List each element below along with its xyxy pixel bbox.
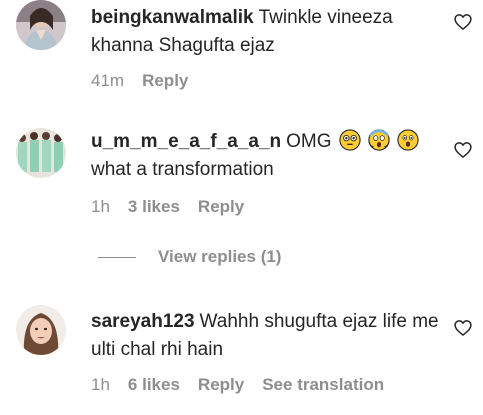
screaming-face-icon xyxy=(368,129,390,151)
comment-text-block: u_m_m_e_a_f_a_a_n OMG what a transformat… xyxy=(91,128,441,184)
likes-count[interactable]: 3 likes xyxy=(128,197,180,217)
comment-text-block: beingkanwalmalik Twinkle vineeza khanna S… xyxy=(91,4,441,60)
comment-time: 1h xyxy=(91,375,110,394)
comment-time: 41m xyxy=(91,71,125,90)
comment-time: 1h xyxy=(91,197,110,216)
comment-text: OMG xyxy=(286,131,332,152)
view-replies-label[interactable]: View replies (1) xyxy=(158,247,281,267)
astonished-face-icon xyxy=(397,129,420,151)
heart-icon[interactable] xyxy=(453,140,473,160)
comment-username[interactable]: sareyah123 xyxy=(91,311,195,332)
reply-button[interactable]: Reply xyxy=(198,197,244,217)
comment-text-block: sareyah123 Wahhh shugufta ejaz life me ul… xyxy=(91,308,441,364)
likes-count[interactable]: 6 likes xyxy=(128,375,180,395)
comment-username[interactable]: beingkanwalmalik xyxy=(91,7,254,28)
comment-username[interactable]: u_m_m_e_a_f_a_a_n xyxy=(91,131,281,152)
flushed-face-icon xyxy=(339,129,361,151)
see-translation-button[interactable]: See translation xyxy=(262,375,384,395)
avatar[interactable] xyxy=(16,128,66,178)
comment-meta: 1h 3 likes Reply xyxy=(91,197,244,217)
heart-icon[interactable] xyxy=(453,12,473,32)
divider xyxy=(98,256,136,258)
comment-text-continued: what a transformation xyxy=(91,159,274,180)
comment-meta: 1h 6 likes Reply See translation xyxy=(91,375,384,395)
reply-button[interactable]: Reply xyxy=(142,71,188,91)
heart-icon[interactable] xyxy=(453,318,473,338)
comment-meta: 41m Reply xyxy=(91,71,188,91)
view-replies-button[interactable]: View replies (1) xyxy=(98,247,281,267)
avatar[interactable] xyxy=(16,305,66,355)
reply-button[interactable]: Reply xyxy=(198,375,244,395)
avatar[interactable] xyxy=(16,0,66,50)
